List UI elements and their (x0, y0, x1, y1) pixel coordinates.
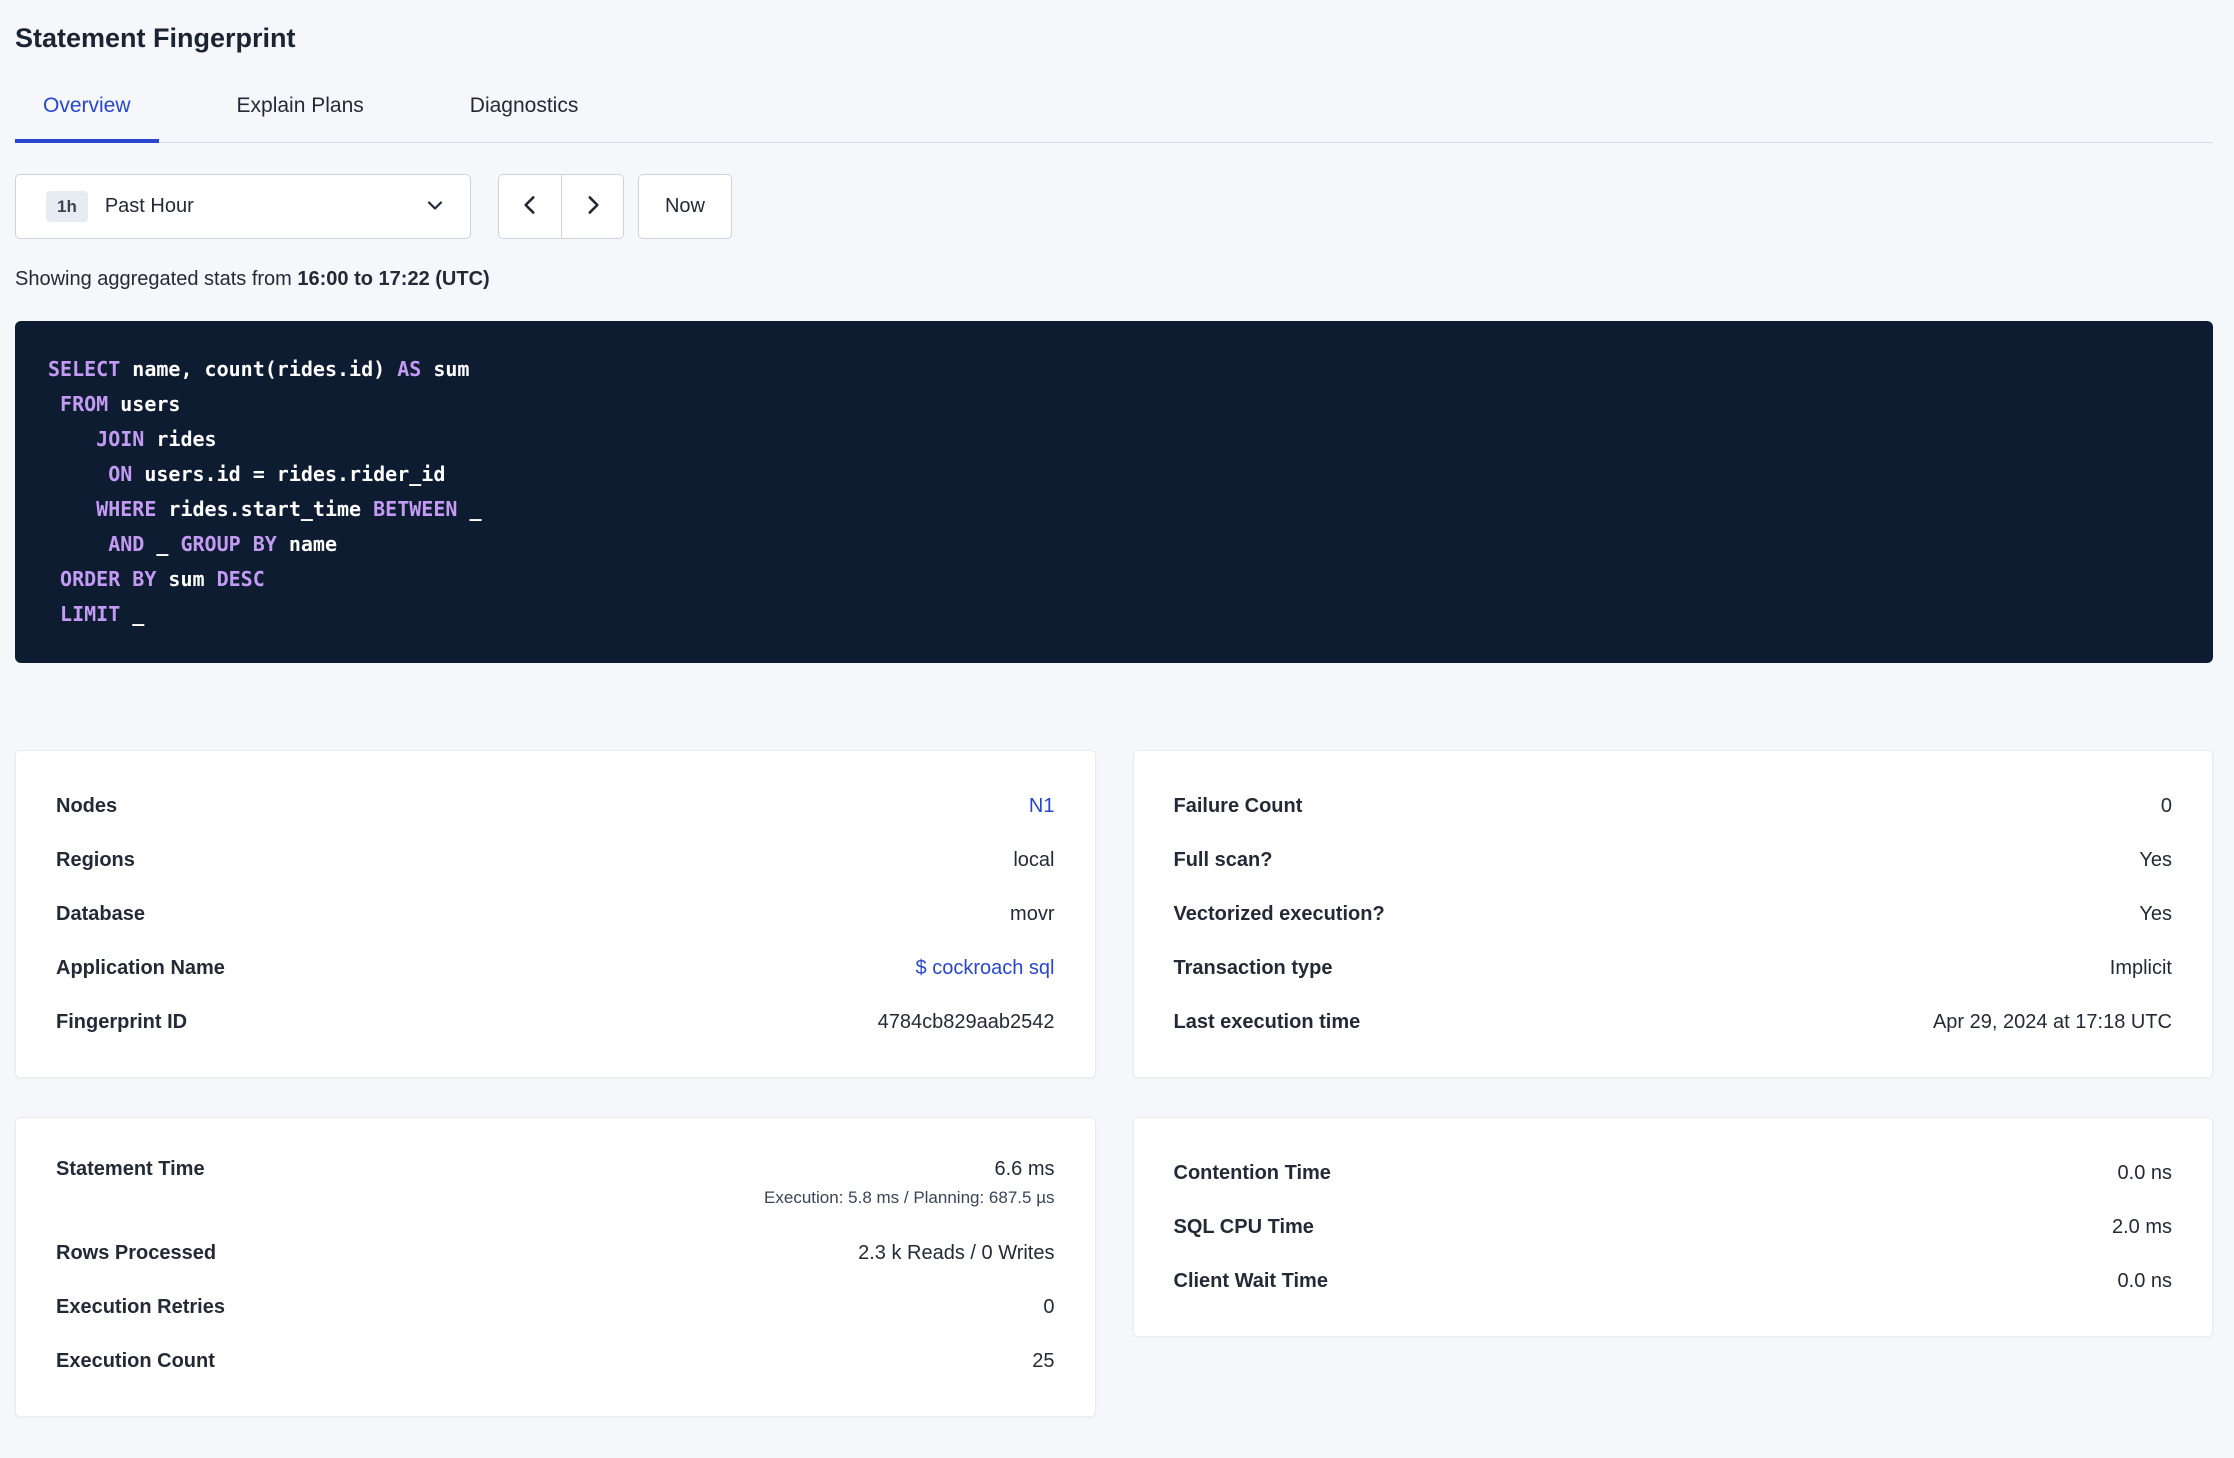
aggregation-note-range: 16:00 to 17:22 (UTC) (297, 268, 490, 290)
detail-value: local (1013, 848, 1055, 871)
attr-value: 0 (2160, 794, 2172, 817)
time-interval-dropdown[interactable]: 1h Past Hour (15, 174, 471, 239)
attr-value: Yes (2139, 902, 2172, 925)
page-title: Statement Fingerprint (15, 23, 296, 53)
wait-label: SQL CPU Time (1173, 1215, 1314, 1238)
stat-value: 0 (1043, 1295, 1055, 1318)
stat-value: 25 (1032, 1349, 1055, 1372)
stat-value-stack: 6.6 ms Execution: 5.8 ms / Planning: 687… (764, 1158, 1054, 1208)
tab-overview[interactable]: Overview (15, 84, 159, 143)
wait-times-card: Contention Time 0.0 ns SQL CPU Time 2.0 … (1132, 1117, 2213, 1337)
stat-row-execution-retries: Execution Retries 0 (56, 1280, 1055, 1334)
sql-line: WHERE rides.start_time BETWEEN _ (96, 497, 482, 521)
wait-label: Contention Time (1173, 1161, 1331, 1184)
nodes-link[interactable]: N1 (1029, 795, 1055, 818)
attr-label: Failure Count (1173, 794, 1303, 817)
attr-value: Yes (2139, 848, 2172, 871)
wait-value: 2.0 ms (2111, 1215, 2172, 1238)
statement-fingerprint-page: Statement Fingerprint Overview Explain P… (0, 0, 2234, 1417)
statement-timing-card: Statement Time 6.6 ms Execution: 5.8 ms … (15, 1117, 1096, 1417)
stat-label: Statement Time (56, 1158, 205, 1180)
sql-statement-box: SELECT name, count(rides.id) AS sum FROM… (15, 321, 2213, 663)
attr-label: Transaction type (1173, 956, 1333, 979)
wait-row-contention-time: Contention Time 0.0 ns (1174, 1146, 2173, 1200)
sql-line: LIMIT _ (60, 602, 145, 626)
sql-line: AND _ GROUP BY name (108, 532, 338, 556)
attr-value: Apr 29, 2024 at 17:18 UTC (1932, 1010, 2172, 1033)
statement-details-card: Nodes N1 Regions local Database movr App… (15, 750, 1096, 1078)
next-interval-button[interactable] (561, 175, 623, 238)
stat-label: Execution Retries (56, 1295, 225, 1318)
detail-value: movr (1010, 902, 1055, 925)
detail-row-nodes: Nodes N1 (56, 779, 1055, 833)
detail-label: Nodes (56, 794, 118, 817)
detail-row-fingerprint-id: Fingerprint ID 4784cb829aab2542 (56, 995, 1055, 1049)
time-toolbar: 1h Past Hour Now (15, 174, 2213, 239)
aggregation-note-prefix: Showing aggregated stats from (15, 268, 292, 290)
aggregation-note: Showing aggregated stats from 16:00 to 1… (15, 268, 2213, 291)
attr-value: Implicit (2109, 956, 2172, 979)
sql-line: ORDER BY sum DESC (60, 567, 265, 591)
attr-row-transaction-type: Transaction type Implicit (1174, 941, 2173, 995)
detail-row-database: Database movr (56, 887, 1055, 941)
detail-label: Database (56, 902, 145, 925)
stat-value: 2.3 k Reads / 0 Writes (858, 1241, 1055, 1264)
sql-line: FROM users (60, 392, 181, 416)
attr-row-vectorized: Vectorized execution? Yes (1174, 887, 2173, 941)
application-name-link[interactable]: $ cockroach sql (916, 957, 1055, 980)
sql-line: SELECT name, count(rides.id) AS sum (48, 357, 470, 381)
attr-row-failure-count: Failure Count 0 (1174, 779, 2173, 833)
attr-row-full-scan: Full scan? Yes (1174, 833, 2173, 887)
chevron-down-icon (423, 193, 447, 220)
wait-label: Client Wait Time (1173, 1269, 1328, 1292)
chevron-left-icon (517, 192, 543, 221)
sql-line: ON users.id = rides.rider_id (108, 462, 446, 486)
detail-row-application-name: Application Name $ cockroach sql (56, 941, 1055, 995)
tab-diagnostics[interactable]: Diagnostics (442, 84, 607, 143)
prev-interval-button[interactable] (499, 175, 561, 238)
now-button[interactable]: Now (638, 174, 732, 239)
summary-cards: Nodes N1 Regions local Database movr App… (15, 750, 2213, 1417)
sql-line: JOIN rides (96, 427, 217, 451)
stat-label: Execution Count (56, 1349, 215, 1372)
interval-label: Past Hour (104, 195, 194, 217)
detail-row-regions: Regions local (56, 833, 1055, 887)
attr-row-last-execution-time: Last execution time Apr 29, 2024 at 17:1… (1174, 995, 2173, 1049)
interval-badge: 1h (46, 191, 88, 222)
wait-value: 0.0 ns (2117, 1161, 2172, 1184)
wait-row-sql-cpu-time: SQL CPU Time 2.0 ms (1174, 1200, 2173, 1254)
attr-label: Full scan? (1173, 848, 1273, 871)
detail-label: Application Name (56, 956, 225, 979)
stat-subvalue: Execution: 5.8 ms / Planning: 687.5 µs (764, 1188, 1055, 1207)
stat-value: 6.6 ms (994, 1158, 1055, 1180)
detail-label: Fingerprint ID (56, 1010, 188, 1033)
stat-row-execution-count: Execution Count 25 (56, 1334, 1055, 1388)
tab-bar: Overview Explain Plans Diagnostics (15, 84, 2213, 143)
tab-explain-plans[interactable]: Explain Plans (209, 84, 392, 143)
stat-row-statement-time: Statement Time 6.6 ms Execution: 5.8 ms … (56, 1146, 1055, 1226)
stat-label: Rows Processed (56, 1241, 217, 1264)
execution-attributes-card: Failure Count 0 Full scan? Yes Vectorize… (1132, 750, 2213, 1078)
attr-label: Vectorized execution? (1173, 902, 1385, 925)
detail-label: Regions (56, 848, 135, 871)
wait-row-client-wait-time: Client Wait Time 0.0 ns (1174, 1254, 2173, 1308)
chevron-right-icon (580, 192, 606, 221)
stat-row-rows-processed: Rows Processed 2.3 k Reads / 0 Writes (56, 1226, 1055, 1280)
interval-step-group (498, 174, 624, 239)
wait-value: 0.0 ns (2117, 1269, 2172, 1292)
detail-value: 4784cb829aab2542 (877, 1010, 1055, 1033)
attr-label: Last execution time (1173, 1010, 1361, 1033)
